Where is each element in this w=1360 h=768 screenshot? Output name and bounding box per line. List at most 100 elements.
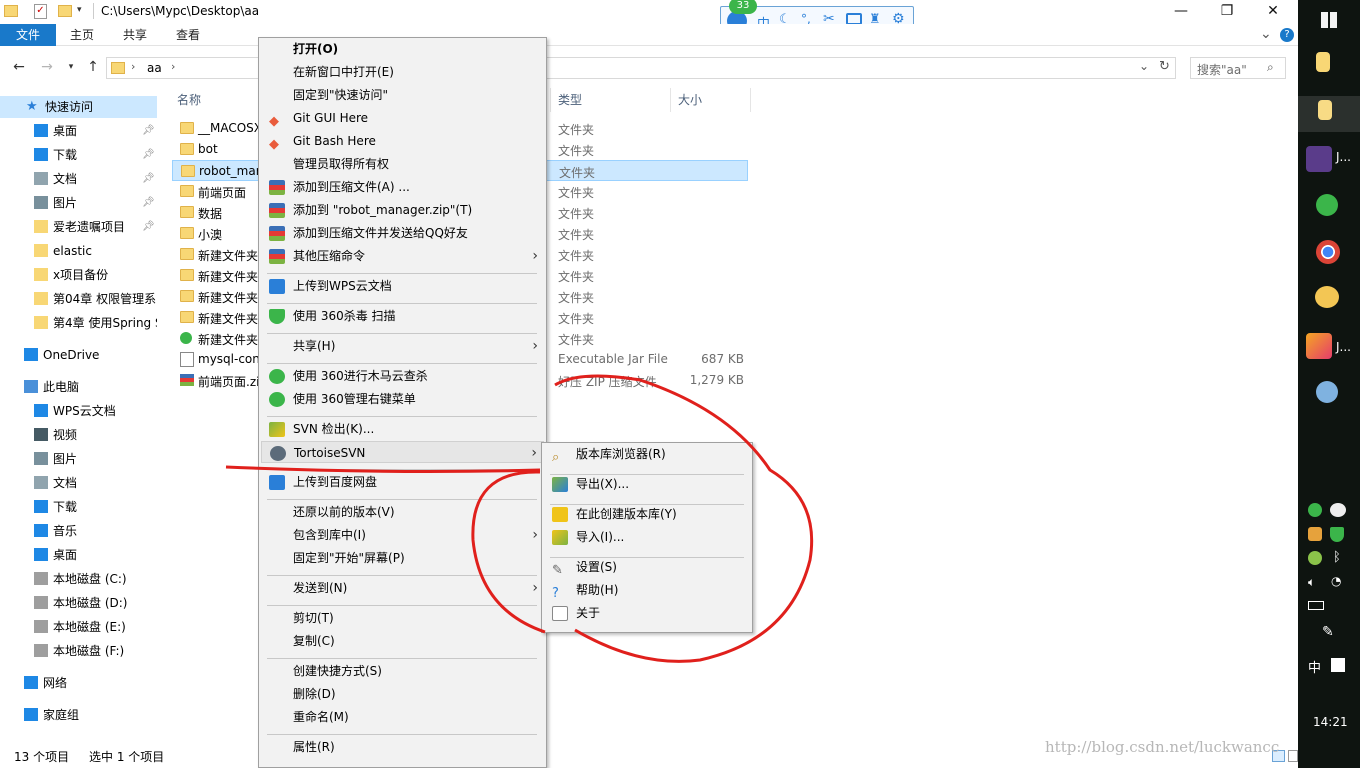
windows-start-icon[interactable] [1321,12,1337,28]
column-header-name[interactable]: 名称 [177,90,201,110]
bluetooth-icon[interactable]: ᛒ [1333,550,1341,565]
sidebar-item[interactable]: 桌面 [0,544,157,566]
submenu-item[interactable]: 导出(X)... [544,473,750,495]
context-menu-item[interactable]: 在新窗口中打开(E) [261,61,544,83]
sidebar-item[interactable]: 本地磁盘 (E:) [0,616,157,638]
sidebar-item[interactable]: 本地磁盘 (D:) [0,592,157,614]
context-menu-item[interactable]: ◆ Git Bash Here [261,130,544,152]
sidebar-item[interactable]: 网络 [0,672,157,694]
battery-icon[interactable] [1308,601,1324,610]
breadcrumb-separator-icon[interactable]: › [171,60,175,73]
maximize-button[interactable]: ❐ [1204,0,1250,24]
submenu-item[interactable]: ⌕ 版本库浏览器(R) [544,443,750,465]
context-menu-item[interactable]: 创建快捷方式(S) [261,660,544,682]
context-menu-item[interactable]: 使用 360进行木马云查杀 [261,365,544,387]
sidebar-item[interactable]: WPS云文档 [0,400,157,422]
context-menu-item[interactable]: 其他压缩命令 › [261,245,544,267]
paw-icon[interactable] [1315,286,1339,308]
volume-icon[interactable]: 🔈︎ [1308,575,1315,590]
breadcrumb-aa[interactable]: aa [147,61,162,75]
explorer-icon[interactable] [1316,52,1330,72]
context-menu-item[interactable]: 添加到 "robot_manager.zip"(T) [261,199,544,221]
context-menu-item[interactable]: 固定到"开始"屏幕(P) [261,547,544,569]
notification-center-icon[interactable] [1331,658,1345,672]
large-icons-view-icon[interactable] [1288,750,1298,762]
customize-toolbar-icon[interactable]: ▾ [77,5,82,15]
chrome-icon[interactable] [1316,240,1340,264]
context-menu-item[interactable]: 打开(O) [261,38,544,60]
sidebar-item[interactable]: 爱老遗嘱项目 📌︎ [0,216,157,238]
sidebar-item[interactable]: 此电脑 [0,376,157,398]
submenu-item[interactable]: 导入(I)... [544,526,750,548]
context-menu-item[interactable]: SVN 检出(K)... [261,418,544,440]
sidebar-item[interactable]: elastic [0,240,157,262]
search-input[interactable]: 搜索"aa" ⌕ [1190,57,1286,79]
refresh-icon[interactable]: ↻ [1159,59,1170,74]
context-menu-item[interactable]: 使用 360杀毒 扫描 [261,305,544,327]
breadcrumb-separator-icon[interactable]: › [131,60,135,73]
sidebar-item[interactable]: 文档 [0,472,157,494]
context-menu-item[interactable]: 共享(H) › [261,335,544,357]
sidebar-item[interactable]: 下载 [0,496,157,518]
context-menu-item[interactable]: 还原以前的版本(V) [261,501,544,523]
submenu-item[interactable]: 关于 [544,602,750,624]
context-menu-item[interactable]: 固定到"快速访问" [261,84,544,106]
context-menu-item[interactable]: 删除(D) [261,683,544,705]
submenu-item[interactable]: 在此创建版本库(Y) [544,503,750,525]
context-menu-item[interactable]: 属性(R) [261,736,544,758]
context-menu-item[interactable]: TortoiseSVN › [261,441,544,463]
wifi-icon[interactable]: ◔ [1331,574,1341,588]
tab-home[interactable]: 主页 [56,24,108,46]
sidebar-item[interactable]: 家庭组 [0,704,157,726]
sidebar-item[interactable]: 第4章 使用Spring S [0,312,157,334]
context-menu-item[interactable]: 复制(C) [261,630,544,652]
sidebar-item[interactable]: ★ 快速访问 [0,96,157,118]
context-menu-item[interactable]: 包含到库中(I) › [261,524,544,546]
context-menu-item[interactable]: 剪切(T) [261,607,544,629]
minimize-button[interactable]: — [1158,0,1204,24]
context-menu-item[interactable]: 添加到压缩文件并发送给QQ好友 [261,222,544,244]
sidebar-item[interactable]: 第04章 权限管理系 [0,288,157,310]
clock[interactable]: 14:21 [1313,715,1348,729]
context-menu-item[interactable]: ◆ Git GUI Here [261,107,544,129]
ime-indicator[interactable]: 中 [1308,657,1321,676]
plus-icon[interactable] [1308,551,1322,565]
context-menu-item[interactable]: 发送到(N) › [261,577,544,599]
chevron-down-icon[interactable]: ⌄ [1260,26,1272,42]
sync-icon[interactable] [1316,194,1338,216]
help-icon[interactable]: ? [1280,28,1294,42]
pen-icon[interactable]: ✎ [1322,624,1334,640]
paint-icon[interactable] [1316,381,1338,403]
submenu-item[interactable]: ? 帮助(H) [544,579,750,601]
sidebar-item[interactable]: 图片 [0,448,157,470]
pdf-icon[interactable] [1306,333,1332,359]
sidebar-item[interactable]: 本地磁盘 (F:) [0,640,157,662]
search-icon[interactable]: ⌕ [1267,60,1274,75]
sidebar-item[interactable]: x项目备份 [0,264,157,286]
sidebar-item[interactable]: OneDrive [0,344,157,366]
context-menu-item[interactable]: 上传到WPS云文档 [261,275,544,297]
app-icon[interactable] [1306,146,1332,172]
back-arrow-icon[interactable]: ← [10,58,28,76]
wechat-tray-icon[interactable] [1330,503,1346,517]
context-menu-item[interactable]: 使用 360管理右键菜单 [261,388,544,410]
sidebar-item[interactable]: 文档 📌︎ [0,168,157,190]
sidebar-item[interactable]: 桌面 📌︎ [0,120,157,142]
column-header-size[interactable]: 大小 [678,90,702,110]
context-menu-item[interactable]: 添加到压缩文件(A) ... [261,176,544,198]
tray-app-icon[interactable] [1308,527,1322,541]
context-menu-item[interactable]: 上传到百度网盘 [261,471,544,493]
submenu-item[interactable]: ✎ 设置(S) [544,556,750,578]
tab-share[interactable]: 共享 [108,24,162,46]
sidebar-item[interactable]: 本地磁盘 (C:) [0,568,157,590]
context-menu-item[interactable]: 重命名(M) [261,706,544,728]
wechat-tray-icon[interactable] [1308,503,1322,517]
properties-icon[interactable]: ✓ [34,4,47,19]
new-folder-icon[interactable] [58,5,72,17]
address-dropdown-icon[interactable]: ⌄ [1139,59,1149,73]
up-arrow-icon[interactable]: ↑ [84,58,102,76]
context-menu-item[interactable]: 管理员取得所有权 [261,153,544,175]
sidebar-item[interactable]: 下载 📌︎ [0,144,157,166]
tab-file[interactable]: 文件 [0,24,56,46]
tab-view[interactable]: 查看 [162,24,214,46]
